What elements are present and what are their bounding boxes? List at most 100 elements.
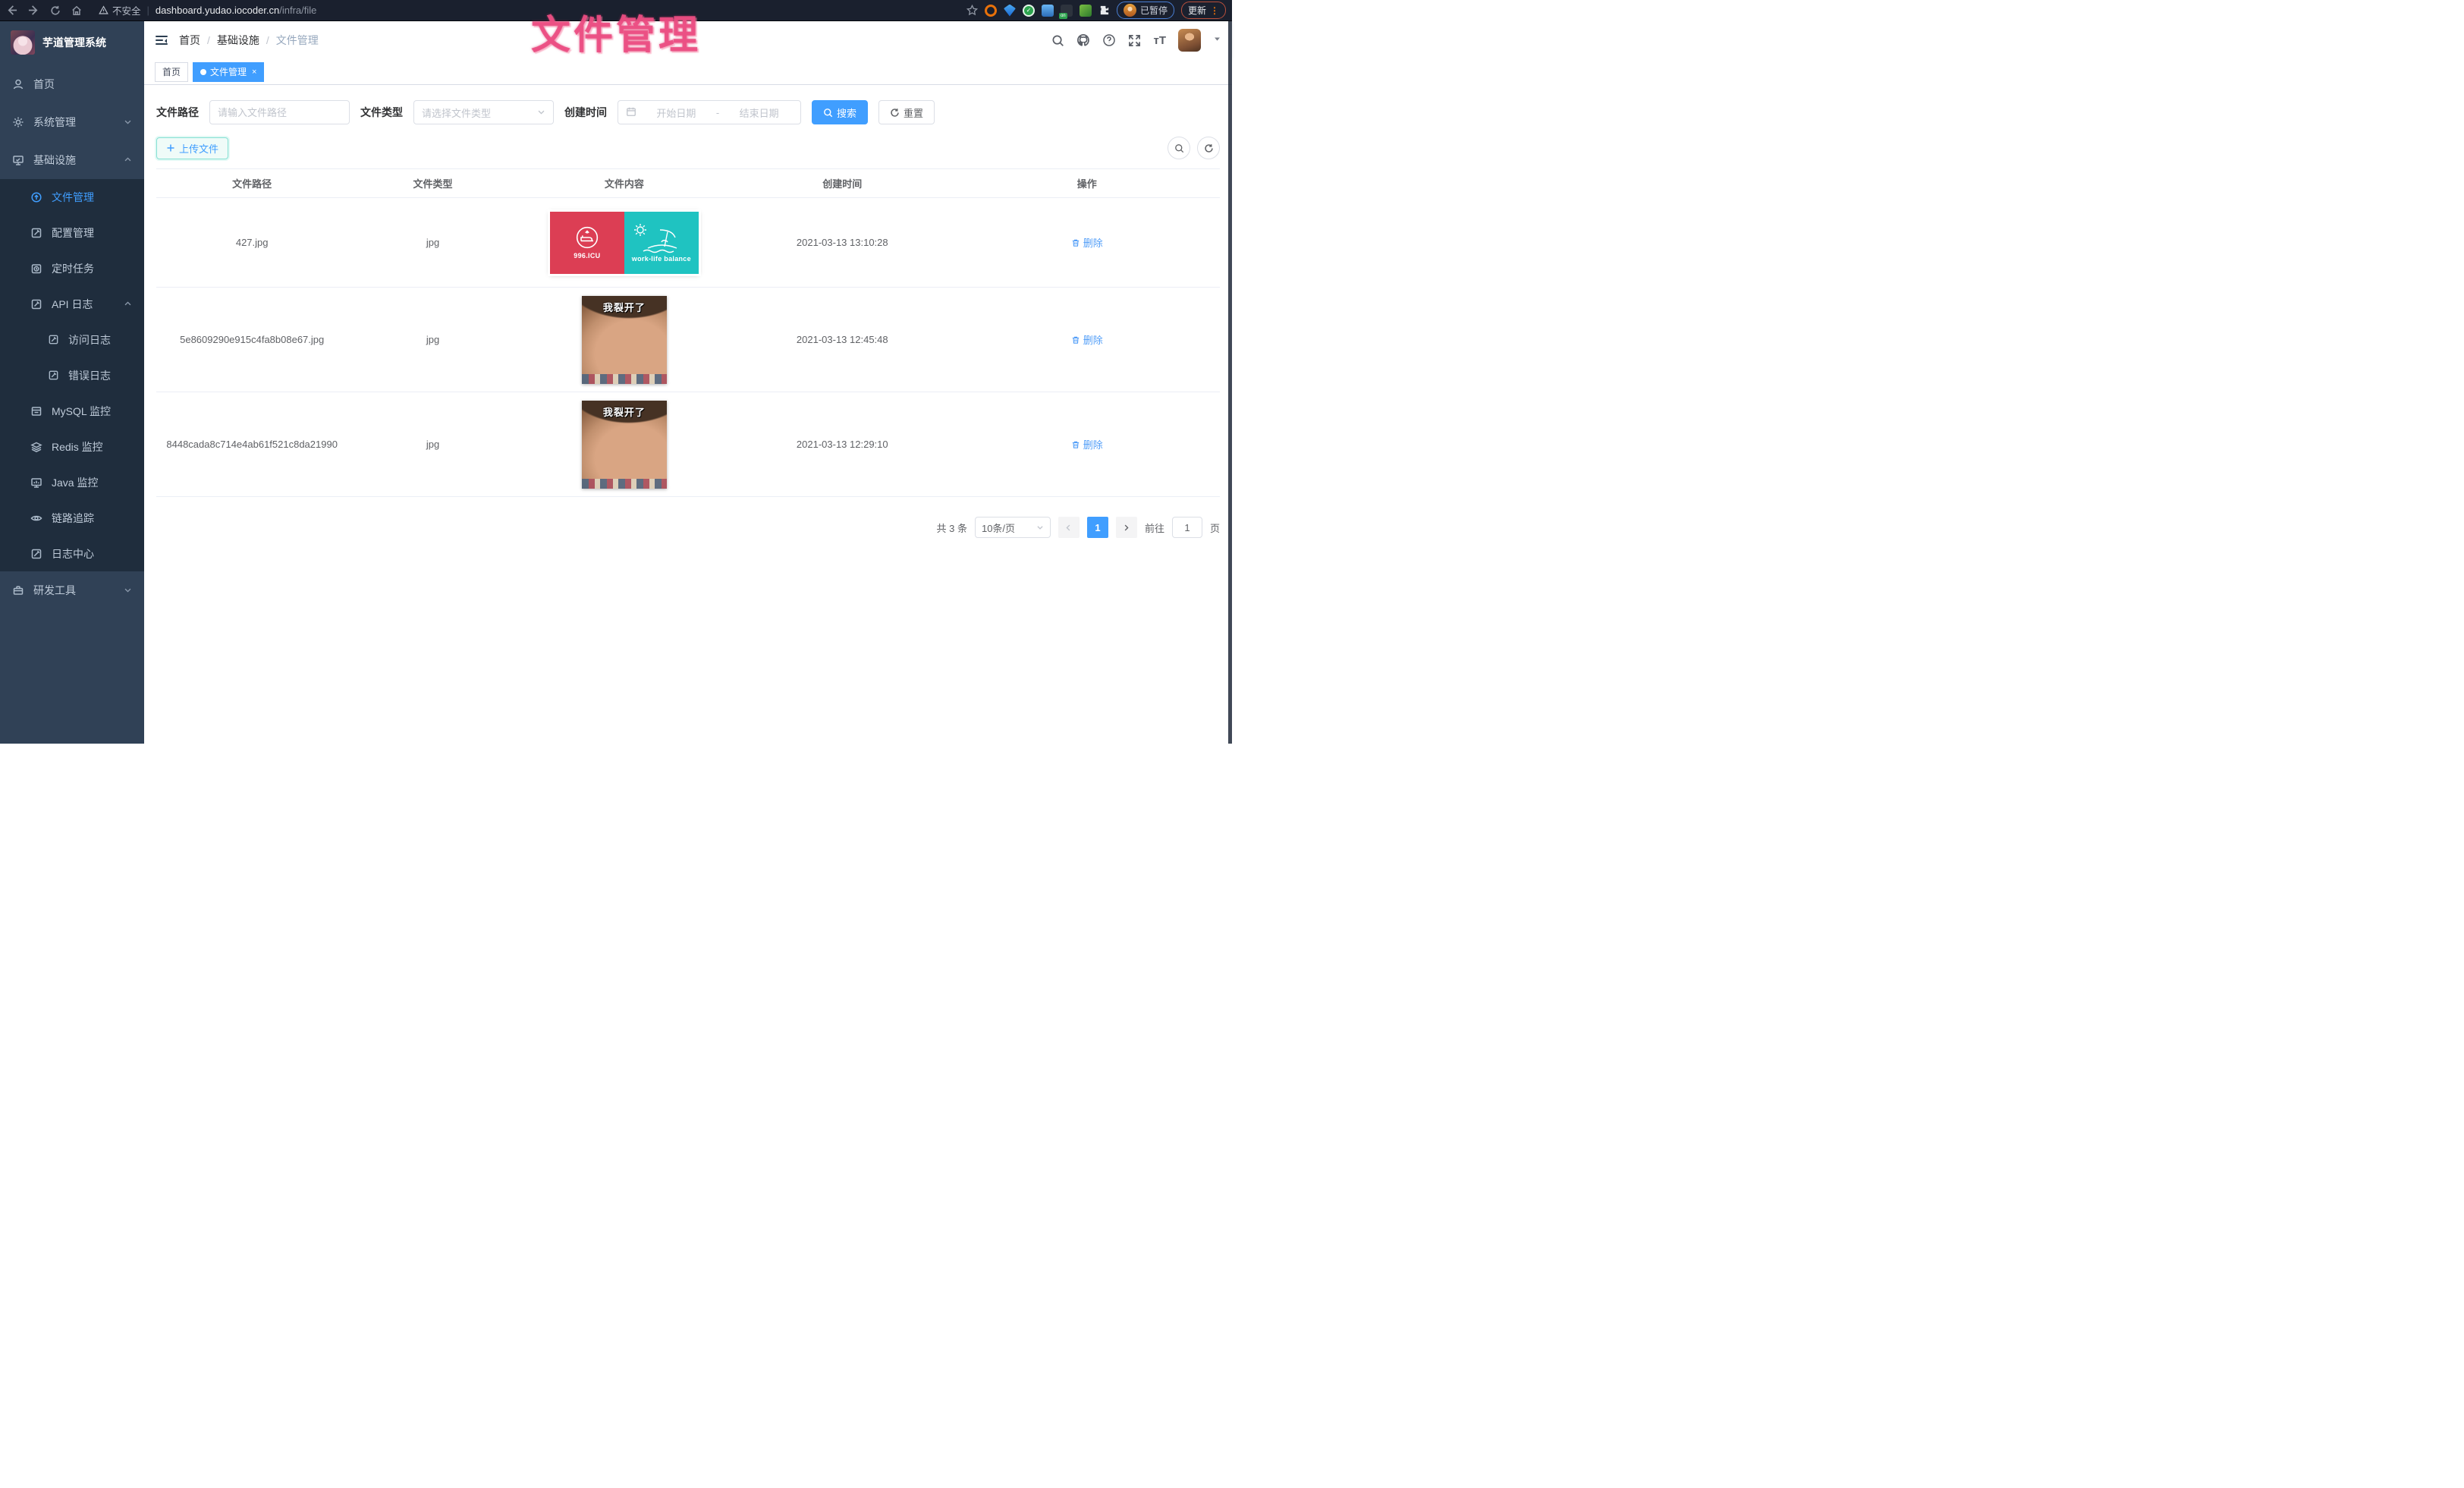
tag-file-manage[interactable]: 文件管理 ×	[193, 62, 264, 82]
tag-home[interactable]: 首页	[155, 62, 188, 82]
font-size-icon[interactable]: ᴛT	[1153, 34, 1166, 47]
sidebar-logo[interactable]: 芋道管理系统	[0, 21, 144, 65]
cell-actions: 删除	[954, 332, 1220, 347]
extension-blue-gem-icon[interactable]	[1004, 5, 1016, 17]
delete-button[interactable]: 删除	[1071, 235, 1103, 250]
forward-icon[interactable]	[28, 5, 39, 16]
extension-green-check-icon[interactable]: ✓	[1023, 5, 1035, 17]
log-edit-icon	[47, 370, 59, 381]
profile-chip[interactable]: 已暂停	[1117, 2, 1174, 19]
search-icon	[1174, 143, 1184, 153]
sidebar-item-redis[interactable]: Redis 监控	[0, 429, 144, 464]
badge-996-left: 996.ICU	[550, 212, 624, 274]
sidebar-item-log-center[interactable]: 日志中心	[0, 536, 144, 571]
bed-circle-icon	[575, 225, 599, 250]
reload-icon[interactable]	[50, 5, 61, 16]
browser-scrollbar[interactable]	[1228, 21, 1232, 744]
next-page-button[interactable]	[1116, 517, 1137, 538]
file-thumbnail-meme[interactable]: 我裂开了	[582, 401, 667, 489]
browser-menu-dots-icon[interactable]: ⋮	[1210, 5, 1219, 16]
toggle-search-button[interactable]	[1168, 137, 1190, 159]
hamburger-icon[interactable]	[155, 34, 168, 46]
profile-status-label: 已暂停	[1140, 4, 1168, 17]
address-bar[interactable]: 不安全 | dashboard.yudao.iocoder.cn/infra/f…	[99, 3, 316, 17]
security-chip[interactable]: 不安全	[99, 3, 141, 17]
sidebar-item-home[interactable]: 首页	[0, 65, 144, 103]
calendar-icon	[626, 106, 636, 119]
sidebar-item-job[interactable]: 定时任务	[0, 250, 144, 286]
logo-image	[11, 30, 35, 55]
tag-close-icon[interactable]: ×	[252, 68, 256, 77]
cell-file-path: 8448cada8c714e4ab61f521c8da21990	[156, 439, 347, 450]
reset-button[interactable]: 重置	[878, 100, 935, 124]
header-search-icon[interactable]	[1051, 34, 1064, 47]
extension-orange-icon[interactable]	[985, 5, 997, 17]
cell-created-time: 2021-03-13 12:29:10	[731, 439, 954, 450]
sidebar-item-api-log[interactable]: API 日志	[0, 286, 144, 322]
bookmark-star-icon[interactable]	[966, 5, 978, 16]
sidebar-item-infra[interactable]: 基础设施	[0, 141, 144, 179]
plus-icon	[166, 143, 175, 153]
table-row: 8448cada8c714e4ab61f521c8da21990 jpg 我裂开…	[156, 392, 1220, 497]
goto-page-input[interactable]	[1172, 517, 1202, 538]
update-button[interactable]: 更新 ⋮	[1181, 2, 1226, 19]
sidebar-item-label: 文件管理	[52, 190, 132, 205]
home-icon[interactable]	[71, 5, 82, 16]
sidebar-item-java[interactable]: Java 监控	[0, 464, 144, 500]
browser-chrome: 不安全 | dashboard.yudao.iocoder.cn/infra/f…	[0, 0, 1232, 21]
delete-button[interactable]: 删除	[1071, 332, 1103, 347]
sidebar-item-trace[interactable]: 链路追踪	[0, 500, 144, 536]
page-size-select[interactable]: 10条/页	[975, 517, 1051, 538]
main: 首页 / 基础设施 / 文件管理 ᴛT 首页	[144, 21, 1232, 744]
file-thumbnail-996icu[interactable]: 996.ICU work-life balance	[550, 212, 699, 274]
date-range-picker[interactable]: 开始日期 - 结束日期	[618, 100, 801, 124]
total-count: 共 3 条	[937, 521, 967, 535]
search-button[interactable]: 搜索	[812, 100, 868, 124]
sidebar-item-devtools[interactable]: 研发工具	[0, 571, 144, 609]
file-type-select[interactable]: 请选择文件类型	[413, 100, 554, 124]
refresh-icon	[890, 108, 900, 118]
github-icon[interactable]	[1076, 33, 1090, 47]
file-table: 文件路径 文件类型 文件内容 创建时间 操作 427.jpg jpg	[156, 168, 1220, 497]
col-header-path: 文件路径	[156, 176, 347, 190]
table-row: 5e8609290e915c4fa8b08e67.jpg jpg 我裂开了 20…	[156, 288, 1220, 392]
col-header-created: 创建时间	[731, 176, 954, 190]
extensions-puzzle-icon[interactable]	[1098, 5, 1110, 16]
sidebar-item-config[interactable]: 配置管理	[0, 215, 144, 250]
user-avatar[interactable]	[1178, 29, 1201, 52]
sidebar: 芋道管理系统 首页 系统管理 基础设施	[0, 21, 144, 744]
extension-green-leaf-icon[interactable]	[1080, 5, 1092, 17]
back-icon[interactable]	[6, 5, 17, 16]
sidebar-item-label: MySQL 监控	[52, 404, 132, 419]
navbar-actions: ᴛT	[1051, 29, 1221, 52]
sidebar-item-system[interactable]: 系统管理	[0, 103, 144, 141]
cell-file-type: jpg	[347, 439, 517, 450]
breadcrumb-infra[interactable]: 基础设施	[217, 33, 259, 48]
sidebar-item-access-log[interactable]: 访问日志	[0, 322, 144, 357]
delete-button[interactable]: 删除	[1071, 437, 1103, 451]
extension-blue-cube-icon[interactable]	[1042, 5, 1054, 17]
fullscreen-icon[interactable]	[1128, 34, 1141, 47]
prev-page-button[interactable]	[1058, 517, 1080, 538]
security-label: 不安全	[112, 3, 141, 17]
breadcrumb-home[interactable]: 首页	[179, 33, 200, 48]
file-type-placeholder: 请选择文件类型	[422, 105, 491, 120]
sidebar-item-label: 研发工具	[33, 583, 115, 598]
user-caret-down-icon[interactable]	[1213, 33, 1221, 47]
refresh-table-button[interactable]	[1197, 137, 1220, 159]
sidebar-menu: 首页 系统管理 基础设施 文件管理	[0, 65, 144, 744]
sidebar-item-error-log[interactable]: 错误日志	[0, 357, 144, 393]
tag-label: 文件管理	[210, 65, 247, 78]
page-number-button[interactable]: 1	[1087, 517, 1108, 538]
help-icon[interactable]	[1102, 33, 1116, 47]
page-size-value: 10条/页	[982, 521, 1015, 535]
sidebar-item-mysql[interactable]: MySQL 监控	[0, 393, 144, 429]
sidebar-item-file-manage[interactable]: 文件管理	[0, 179, 144, 215]
date-end-placeholder: 结束日期	[725, 105, 793, 120]
file-path-label: 文件路径	[156, 105, 199, 120]
file-path-input[interactable]	[218, 107, 341, 118]
file-thumbnail-meme[interactable]: 我裂开了	[582, 296, 667, 384]
upload-file-button[interactable]: 上传文件	[156, 137, 228, 159]
warning-icon	[99, 5, 108, 15]
extension-dark-icon[interactable]: on	[1061, 5, 1073, 17]
